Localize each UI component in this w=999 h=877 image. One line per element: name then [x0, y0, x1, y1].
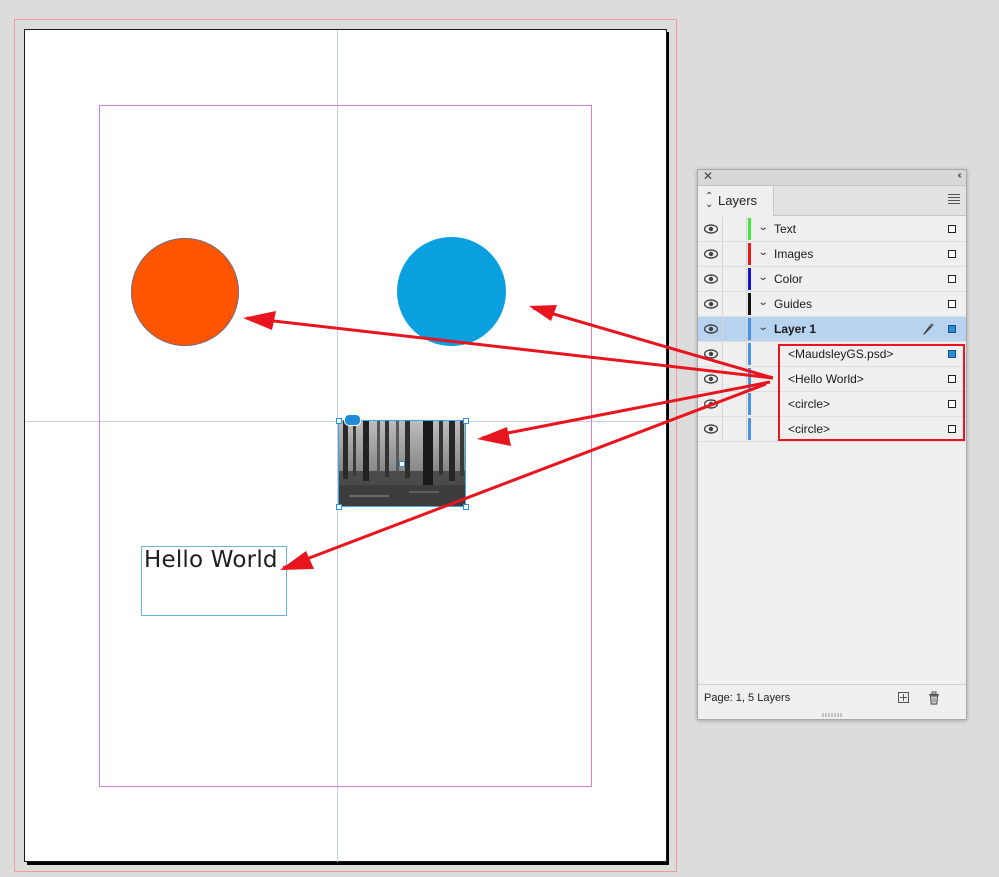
arrowhead-orange [243, 311, 276, 330]
arrowhead-text [280, 551, 314, 570]
arrow-to-blue-circle [532, 306, 774, 380]
arrow-to-text-frame [282, 382, 767, 570]
arrow-to-orange-circle [246, 316, 774, 380]
arrowhead-blue [529, 305, 557, 321]
arrow-to-image [481, 380, 771, 440]
annotation-arrows [243, 305, 774, 570]
